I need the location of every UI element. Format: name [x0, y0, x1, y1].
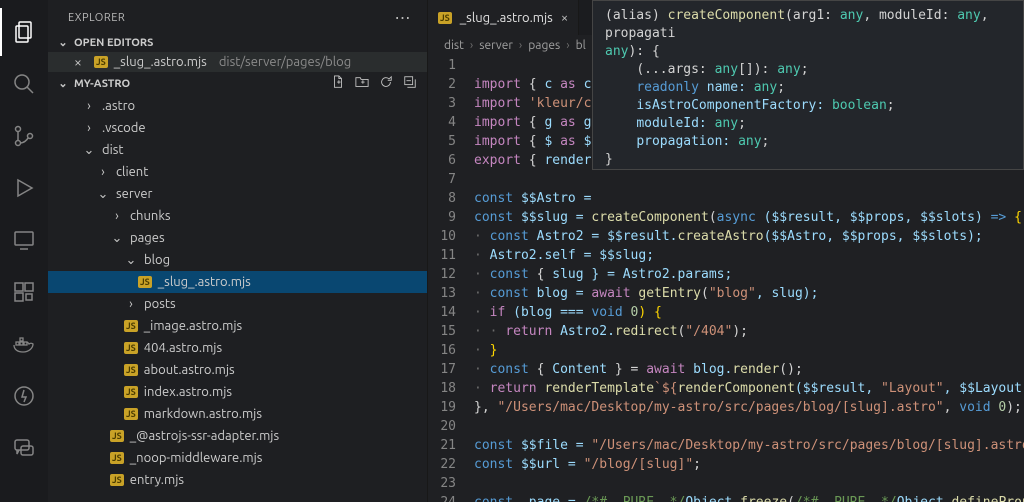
tree-file-404[interactable]: JS404.astro.mjs [48, 337, 427, 359]
explorer-more-icon[interactable]: ⋯ [395, 8, 412, 27]
tree-file-about[interactable]: JSabout.astro.mjs [48, 359, 427, 381]
extensions-activity-icon[interactable] [0, 268, 48, 316]
activity-bar [0, 0, 48, 502]
tree-folder-blog[interactable]: ⌄blog [48, 249, 427, 271]
js-file-icon: JS [124, 342, 138, 354]
tree-folder-server[interactable]: ⌄server [48, 183, 427, 205]
explorer-title: EXPLORER [68, 12, 125, 24]
breadcrumb-item[interactable]: dist [444, 39, 464, 52]
open-editor-path: dist/server/pages/blog [219, 55, 351, 69]
chevron-right-icon: › [124, 297, 138, 311]
close-icon[interactable]: × [74, 54, 88, 70]
editor-tab[interactable]: JS _slug_.astro.mjs × [428, 0, 579, 35]
editor-area: JS _slug_.astro.mjs × dist› server› page… [428, 0, 1024, 502]
file-tree: ›.astro ›.vscode ⌄dist ›client ⌄server ›… [48, 95, 427, 491]
tree-folder-dist[interactable]: ⌄dist [48, 139, 427, 161]
close-icon[interactable]: × [561, 11, 568, 25]
tree-file-slug[interactable]: JS_slug_.astro.mjs [48, 271, 427, 293]
chevron-down-icon: ⌄ [124, 253, 138, 268]
js-file-icon: JS [138, 276, 152, 288]
chevron-down-icon: ⌄ [110, 231, 124, 246]
open-editors-label: OPEN EDITORS [74, 37, 153, 49]
chevron-right-icon: › [96, 165, 110, 179]
new-file-icon[interactable] [331, 75, 345, 92]
collapse-all-icon[interactable] [403, 75, 417, 92]
tree-folder-posts[interactable]: ›posts [48, 293, 427, 315]
source-control-activity-icon[interactable] [0, 112, 48, 160]
tree-folder-pages[interactable]: ⌄pages [48, 227, 427, 249]
tree-folder-vscode[interactable]: ›.vscode [48, 117, 427, 139]
action-activity-icon[interactable] [0, 372, 48, 420]
js-file-icon: JS [124, 364, 138, 376]
js-file-icon: JS [124, 408, 138, 420]
js-file-icon: JS [124, 386, 138, 398]
run-debug-activity-icon[interactable] [0, 164, 48, 212]
tree-folder-astro[interactable]: ›.astro [48, 95, 427, 117]
line-gutter: 1234567891011121314151617181920212223242… [428, 56, 474, 502]
search-activity-icon[interactable] [0, 60, 48, 108]
hover-tooltip: (alias) createComponent(arg1: any, modul… [592, 0, 1024, 170]
tree-file-markdown[interactable]: JSmarkdown.astro.mjs [48, 403, 427, 425]
chevron-right-icon: › [82, 99, 96, 113]
chevron-down-icon: ⌄ [56, 36, 70, 49]
open-editor-item[interactable]: × JS _slug_.astro.mjs dist/server/pages/… [48, 52, 427, 72]
tree-file-index[interactable]: JSindex.astro.mjs [48, 381, 427, 403]
tree-file-noop-middleware[interactable]: JS_noop-middleware.mjs [48, 447, 427, 469]
remote-activity-icon[interactable] [0, 216, 48, 264]
tree-folder-chunks[interactable]: ›chunks [48, 205, 427, 227]
breadcrumb-item[interactable]: server [479, 39, 513, 52]
tree-folder-client[interactable]: ›client [48, 161, 427, 183]
js-file-icon: JS [94, 56, 108, 68]
breadcrumb-item[interactable]: bl [576, 39, 586, 52]
js-file-icon: JS [124, 320, 138, 332]
tab-label: _slug_.astro.mjs [460, 11, 553, 25]
tree-file-entry[interactable]: JSentry.mjs [48, 469, 427, 491]
chevron-down-icon: ⌄ [56, 77, 70, 90]
explorer-sidebar: EXPLORER ⋯ ⌄ OPEN EDITORS × JS _slug_.as… [48, 0, 428, 502]
docker-activity-icon[interactable] [0, 320, 48, 368]
js-file-icon: JS [110, 474, 124, 486]
breadcrumb-item[interactable]: pages [528, 39, 560, 52]
new-folder-icon[interactable] [355, 75, 369, 92]
js-file-icon: JS [110, 430, 124, 442]
open-editor-filename: _slug_.astro.mjs [114, 55, 207, 69]
comments-activity-icon[interactable] [0, 424, 48, 472]
chevron-down-icon: ⌄ [82, 143, 96, 158]
chevron-right-icon: › [82, 121, 96, 135]
tree-file-ssr-adapter[interactable]: JS_@astrojs-ssr-adapter.mjs [48, 425, 427, 447]
js-file-icon: JS [110, 452, 124, 464]
folder-name: MY-ASTRO [74, 78, 130, 90]
tree-file-image[interactable]: JS_image.astro.mjs [48, 315, 427, 337]
refresh-icon[interactable] [379, 75, 393, 92]
chevron-right-icon: › [110, 209, 124, 223]
chevron-down-icon: ⌄ [96, 187, 110, 202]
open-editors-section[interactable]: ⌄ OPEN EDITORS [48, 33, 427, 52]
js-file-icon: JS [438, 12, 452, 24]
explorer-activity-icon[interactable] [0, 8, 48, 56]
folder-section[interactable]: ⌄ MY-ASTRO [48, 72, 427, 95]
